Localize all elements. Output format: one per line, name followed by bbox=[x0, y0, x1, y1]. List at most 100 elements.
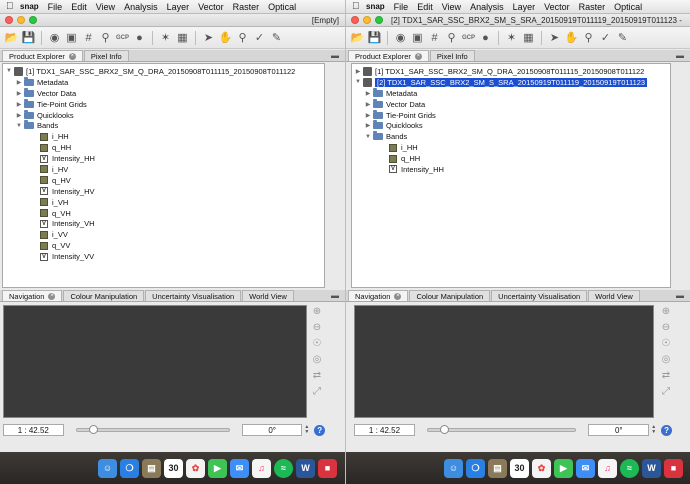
menu-vector[interactable]: Vector bbox=[198, 2, 224, 12]
finder-icon[interactable]: ☺ bbox=[98, 458, 117, 478]
drawing-tool-icon[interactable]: ✎ bbox=[615, 30, 630, 45]
finder-icon[interactable]: ☺ bbox=[444, 458, 463, 478]
minimize-panel-icon[interactable]: ▬ bbox=[331, 291, 339, 300]
band-maths-icon[interactable]: ◉ bbox=[47, 30, 62, 45]
minimize-window-button[interactable] bbox=[363, 16, 371, 24]
menu-view[interactable]: View bbox=[442, 2, 461, 12]
tree-folder-tie-point-grids[interactable]: ▶ Tie-Point Grids bbox=[352, 109, 670, 121]
menu-optical[interactable]: Optical bbox=[614, 2, 642, 12]
close-tab-icon[interactable]: × bbox=[68, 52, 76, 60]
tree-folder-metadata[interactable]: ▶ Metadata bbox=[3, 76, 324, 88]
menu-vector[interactable]: Vector bbox=[544, 2, 570, 12]
messages-icon[interactable]: ✉ bbox=[576, 458, 595, 478]
tab-product-explorer[interactable]: Product Explorer × bbox=[2, 50, 83, 61]
drawing-tool-icon[interactable]: ✎ bbox=[269, 30, 284, 45]
safari-icon[interactable]: ❍ bbox=[120, 458, 139, 478]
tree-band[interactable]: V Intensity_VH bbox=[3, 218, 324, 229]
sync-views-icon[interactable]: ⇄ bbox=[660, 369, 673, 382]
minimize-panel-icon[interactable]: ▬ bbox=[676, 291, 684, 300]
graph-builder-icon[interactable]: ▣ bbox=[410, 30, 425, 45]
expand-triangle-icon[interactable]: ▶ bbox=[364, 101, 372, 108]
expand-triangle-icon[interactable]: ▶ bbox=[15, 79, 23, 86]
tree-folder-vector-data[interactable]: ▶ Vector Data bbox=[352, 98, 670, 110]
tree-folder-quicklooks[interactable]: ▶ Quicklooks bbox=[3, 109, 324, 121]
tab-product-explorer[interactable]: Product Explorer × bbox=[348, 50, 429, 61]
open-product-icon[interactable]: 📂 bbox=[350, 30, 365, 45]
app-icon[interactable]: ■ bbox=[318, 458, 337, 478]
expand-triangle-icon[interactable]: ▶ bbox=[15, 90, 23, 97]
pan-tool-icon[interactable]: ✋ bbox=[564, 30, 579, 45]
app-menu[interactable]: snap bbox=[366, 2, 385, 11]
menu-optical[interactable]: Optical bbox=[268, 2, 296, 12]
music-icon[interactable]: ♫ bbox=[252, 458, 271, 478]
apple-menu-icon[interactable]:  bbox=[352, 1, 366, 12]
zoom-in-icon[interactable]: ⊕ bbox=[311, 305, 324, 318]
graph-builder-icon[interactable]: ▣ bbox=[64, 30, 79, 45]
tree-band[interactable]: V Intensity_HV bbox=[3, 186, 324, 197]
slider-handle[interactable] bbox=[439, 425, 449, 434]
menu-analysis[interactable]: Analysis bbox=[470, 2, 504, 12]
close-window-button[interactable] bbox=[351, 16, 359, 24]
matrix-icon[interactable]: ▦ bbox=[175, 30, 190, 45]
menu-edit[interactable]: Edit bbox=[417, 2, 433, 12]
sync-views-icon[interactable]: ⇄ bbox=[311, 369, 324, 382]
world-icon[interactable]: ● bbox=[132, 30, 147, 45]
zoom-all-icon[interactable]: ◎ bbox=[660, 353, 673, 366]
zoom-tool-icon[interactable]: ⚲ bbox=[581, 30, 596, 45]
close-tab-icon[interactable]: × bbox=[48, 292, 56, 300]
tree-folder-tie-point-grids[interactable]: ▶ Tie-Point Grids bbox=[3, 98, 324, 110]
facetime-icon[interactable]: ▶ bbox=[554, 458, 573, 478]
rotation-field[interactable]: 0° bbox=[241, 424, 303, 436]
photos-icon[interactable]: ✿ bbox=[186, 458, 205, 478]
grid-icon[interactable]: # bbox=[81, 30, 96, 45]
menu-view[interactable]: View bbox=[96, 2, 115, 12]
menu-layer[interactable]: Layer bbox=[167, 2, 190, 12]
word-icon[interactable]: W bbox=[296, 458, 315, 478]
time-series-icon[interactable]: ✶ bbox=[504, 30, 519, 45]
menu-edit[interactable]: Edit bbox=[71, 2, 87, 12]
app-menu[interactable]: snap bbox=[20, 2, 39, 11]
zoom-pixel-icon[interactable]: ☉ bbox=[311, 337, 324, 350]
apple-menu-icon[interactable]:  bbox=[6, 1, 20, 12]
select-tool-icon[interactable]: ➤ bbox=[547, 30, 562, 45]
tree-band[interactable]: V Intensity_VV bbox=[3, 251, 324, 262]
zoom-all-icon[interactable]: ◎ bbox=[311, 353, 324, 366]
range-finder-icon[interactable]: ✓ bbox=[598, 30, 613, 45]
zoom-window-button[interactable] bbox=[375, 16, 383, 24]
tab-navigation[interactable]: Navigation × bbox=[348, 290, 409, 301]
menu-raster[interactable]: Raster bbox=[233, 2, 260, 12]
help-icon[interactable]: ? bbox=[661, 424, 672, 436]
grid-icon[interactable]: # bbox=[427, 30, 442, 45]
zoom-pixel-icon[interactable]: ☉ bbox=[660, 337, 673, 350]
tree-folder-metadata[interactable]: ▶ Metadata bbox=[352, 87, 670, 99]
tab-uncertainty-visualisation[interactable]: Uncertainty Visualisation bbox=[145, 290, 242, 301]
slider-handle[interactable] bbox=[88, 425, 98, 434]
gcp-icon[interactable]: GCP bbox=[461, 30, 476, 45]
collapse-triangle-icon[interactable]: ▼ bbox=[354, 79, 362, 85]
minimize-panel-icon[interactable]: ▬ bbox=[331, 51, 339, 60]
zoom-out-icon[interactable]: ⊖ bbox=[311, 321, 324, 334]
rotation-field[interactable]: 0° bbox=[588, 424, 650, 436]
tree-product-1[interactable]: ▼ [1] TDX1_SAR_SSC_BRX2_SM_Q_DRA_2015090… bbox=[3, 66, 324, 77]
expand-triangle-icon[interactable]: ▶ bbox=[364, 90, 372, 97]
collapse-triangle-icon[interactable]: ▼ bbox=[364, 134, 372, 140]
tree-band[interactable]: q_VV bbox=[3, 240, 324, 251]
zoom-tool-icon[interactable]: ⚲ bbox=[235, 30, 250, 45]
product-explorer-tree[interactable]: ▼ [1] TDX1_SAR_SSC_BRX2_SM_Q_DRA_2015090… bbox=[2, 63, 325, 288]
help-icon[interactable]: ? bbox=[314, 424, 325, 436]
save-product-icon[interactable]: 💾 bbox=[367, 30, 382, 45]
music-icon[interactable]: ♫ bbox=[598, 458, 617, 478]
pan-tool-icon[interactable]: ✋ bbox=[218, 30, 233, 45]
band-maths-icon[interactable]: ◉ bbox=[393, 30, 408, 45]
tree-band[interactable]: i_VV bbox=[3, 229, 324, 240]
menu-file[interactable]: File bbox=[394, 2, 409, 12]
world-icon[interactable]: ● bbox=[478, 30, 493, 45]
navigation-preview[interactable] bbox=[3, 305, 307, 418]
tree-band[interactable]: V Intensity_HH bbox=[3, 153, 324, 164]
zoom-slider[interactable] bbox=[75, 425, 230, 434]
time-series-icon[interactable]: ✶ bbox=[158, 30, 173, 45]
tree-band[interactable]: q_HH bbox=[352, 153, 670, 164]
menu-file[interactable]: File bbox=[48, 2, 63, 12]
tab-pixel-info[interactable]: Pixel Info bbox=[83, 50, 129, 61]
sync-cursor-icon[interactable]: ⤢ bbox=[660, 385, 673, 398]
